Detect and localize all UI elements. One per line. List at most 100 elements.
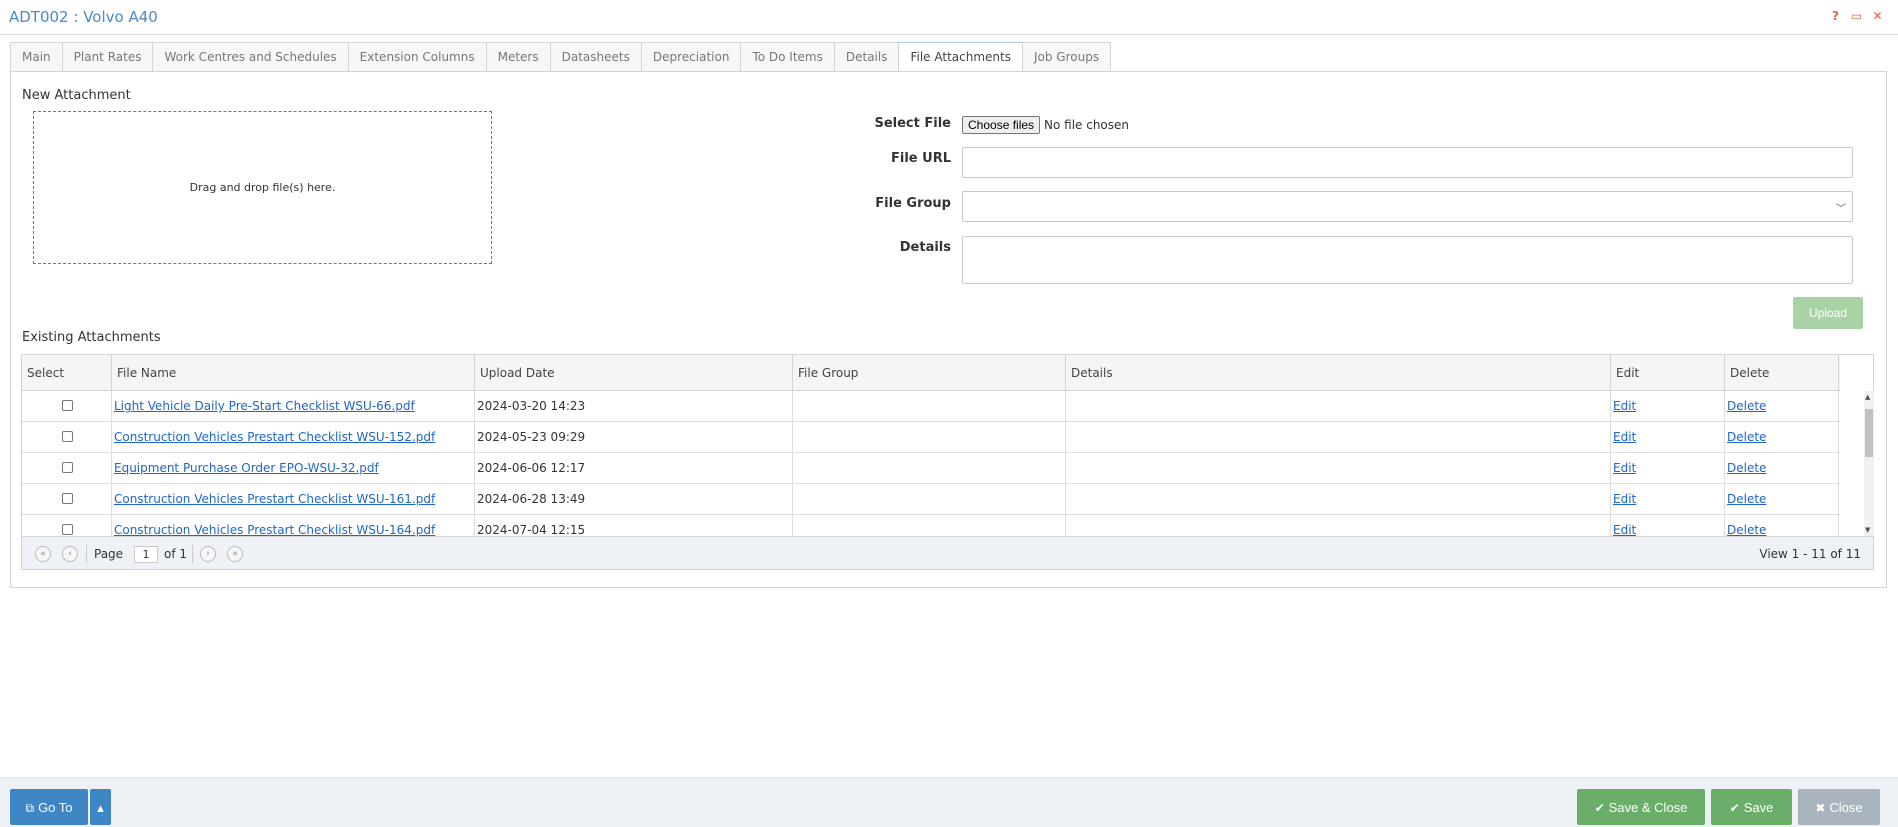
go-to-button[interactable]: ⧉ Go To	[10, 789, 88, 825]
tab-plant-rates[interactable]: Plant Rates	[61, 42, 153, 72]
delete-link[interactable]: Delete	[1727, 461, 1766, 475]
file-name-cell: Light Vehicle Daily Pre-Start Checklist …	[112, 391, 475, 421]
upload-date-cell: 2024-07-04 12:15	[475, 515, 793, 536]
save-label: Save	[1743, 800, 1774, 815]
new-attachment-heading: New Attachment	[22, 88, 131, 103]
check-icon: ✔	[1729, 801, 1740, 815]
edit-link[interactable]: Edit	[1613, 492, 1636, 506]
details-textarea[interactable]	[962, 236, 1853, 284]
col-details[interactable]: Details	[1066, 355, 1611, 391]
upload-date-cell: 2024-03-20 14:23	[475, 391, 793, 421]
grid-pager: « ‹ Page 1 of 1 › » View 1 - 11 of 11	[22, 536, 1873, 569]
tab-job-groups[interactable]: Job Groups	[1021, 42, 1112, 72]
col-select[interactable]: Select	[22, 355, 112, 391]
delete-cell: Delete	[1725, 484, 1839, 514]
tab-details[interactable]: Details	[833, 42, 899, 72]
save-and-close-button[interactable]: ✔ Save & Close	[1577, 789, 1705, 825]
close-icon: ✖	[1815, 801, 1826, 815]
delete-link[interactable]: Delete	[1727, 523, 1766, 536]
file-group-select[interactable]: ﹀	[962, 191, 1853, 222]
grid-scrollbar[interactable]: ▲ ▼	[1864, 391, 1874, 536]
tab-depreciation[interactable]: Depreciation	[640, 42, 741, 72]
col-file-group[interactable]: File Group	[793, 355, 1066, 391]
tab-meters[interactable]: Meters	[485, 42, 550, 72]
file-name-cell: Equipment Purchase Order EPO-WSU-32.pdf	[112, 453, 475, 483]
last-page-icon[interactable]: »	[227, 546, 243, 562]
row-checkbox[interactable]	[62, 431, 73, 442]
existing-attachments-heading: Existing Attachments	[22, 330, 161, 345]
window-title: ADT002 : Volvo A40	[9, 8, 158, 26]
details-label: Details	[899, 240, 951, 255]
choose-files-button[interactable]: Choose files	[962, 116, 1041, 134]
attachments-grid: Select File Name Upload Date File Group …	[21, 354, 1874, 570]
file-link[interactable]: Construction Vehicles Prestart Checklist…	[114, 492, 435, 506]
first-page-icon[interactable]: «	[35, 546, 51, 562]
tab-extension-columns[interactable]: Extension Columns	[347, 42, 486, 72]
col-delete[interactable]: Delete	[1725, 355, 1839, 391]
tab-file-attachments[interactable]: File Attachments	[898, 42, 1022, 72]
file-url-input[interactable]	[962, 147, 1853, 178]
help-icon[interactable]: ?	[1829, 10, 1842, 23]
external-link-icon: ⧉	[25, 801, 35, 815]
details-cell	[1066, 453, 1611, 483]
tab-datasheets[interactable]: Datasheets	[549, 42, 641, 72]
row-select-cell	[22, 422, 112, 452]
col-edit[interactable]: Edit	[1611, 355, 1725, 391]
scrollbar-thumb[interactable]	[1865, 409, 1873, 457]
tab-main[interactable]: Main	[10, 42, 62, 72]
row-checkbox[interactable]	[62, 462, 73, 473]
delete-link[interactable]: Delete	[1727, 492, 1766, 506]
file-group-cell	[793, 515, 1066, 536]
close-icon[interactable]: ✕	[1871, 10, 1884, 23]
page-number-input[interactable]: 1	[134, 546, 158, 563]
col-file-name[interactable]: File Name	[112, 355, 475, 391]
scroll-up-icon[interactable]: ▲	[1865, 393, 1870, 401]
prev-page-icon[interactable]: ‹	[62, 546, 78, 562]
file-link[interactable]: Construction Vehicles Prestart Checklist…	[114, 523, 435, 536]
row-select-cell	[22, 453, 112, 483]
close-button[interactable]: ✖ Close	[1798, 789, 1880, 825]
go-to-label: Go To	[38, 800, 73, 815]
tab-to-do-items[interactable]: To Do Items	[740, 42, 834, 72]
caret-up-icon: ▴	[97, 800, 104, 815]
delete-cell: Delete	[1725, 515, 1839, 536]
drop-zone-text: Drag and drop file(s) here.	[189, 181, 336, 194]
row-checkbox[interactable]	[62, 400, 73, 411]
footer-bar: ⧉ Go To ▴ ✔ Save & Close ✔ Save ✖ Close	[0, 777, 1898, 827]
pager-separator	[192, 545, 193, 563]
row-checkbox[interactable]	[62, 524, 73, 535]
col-upload-date[interactable]: Upload Date	[475, 355, 793, 391]
go-to-dropdown-button[interactable]: ▴	[90, 789, 111, 825]
table-row: Equipment Purchase Order EPO-WSU-32.pdf …	[22, 453, 1840, 484]
edit-link[interactable]: Edit	[1613, 461, 1636, 475]
window-titlebar: ADT002 : Volvo A40 ? ▭ ✕	[0, 0, 1898, 35]
file-link[interactable]: Equipment Purchase Order EPO-WSU-32.pdf	[114, 461, 379, 475]
file-link[interactable]: Light Vehicle Daily Pre-Start Checklist …	[114, 399, 415, 413]
edit-link[interactable]: Edit	[1613, 430, 1636, 444]
table-row: Construction Vehicles Prestart Checklist…	[22, 422, 1840, 453]
select-file-label: Select File	[874, 116, 951, 131]
row-checkbox[interactable]	[62, 493, 73, 504]
file-link[interactable]: Construction Vehicles Prestart Checklist…	[114, 430, 435, 444]
scroll-down-icon[interactable]: ▼	[1865, 526, 1870, 534]
upload-button[interactable]: Upload	[1793, 297, 1863, 329]
next-page-icon[interactable]: ›	[200, 546, 216, 562]
drop-zone[interactable]: Drag and drop file(s) here.	[33, 111, 492, 264]
save-button[interactable]: ✔ Save	[1711, 789, 1792, 825]
delete-link[interactable]: Delete	[1727, 399, 1766, 413]
upload-date-cell: 2024-06-28 13:49	[475, 484, 793, 514]
titlebar-icons: ? ▭ ✕	[1829, 10, 1884, 23]
file-name-cell: Construction Vehicles Prestart Checklist…	[112, 515, 475, 536]
table-row: Construction Vehicles Prestart Checklist…	[22, 484, 1840, 515]
row-select-cell	[22, 515, 112, 536]
tab-work-centres[interactable]: Work Centres and Schedules	[152, 42, 348, 72]
edit-link[interactable]: Edit	[1613, 399, 1636, 413]
delete-link[interactable]: Delete	[1727, 430, 1766, 444]
edit-cell: Edit	[1611, 422, 1725, 452]
edit-link[interactable]: Edit	[1613, 523, 1636, 536]
grid-header: Select File Name Upload Date File Group …	[22, 355, 1840, 391]
view-range-text: View 1 - 11 of 11	[1759, 547, 1861, 561]
details-cell	[1066, 422, 1611, 452]
row-select-cell	[22, 391, 112, 421]
window-icon[interactable]: ▭	[1850, 10, 1863, 23]
